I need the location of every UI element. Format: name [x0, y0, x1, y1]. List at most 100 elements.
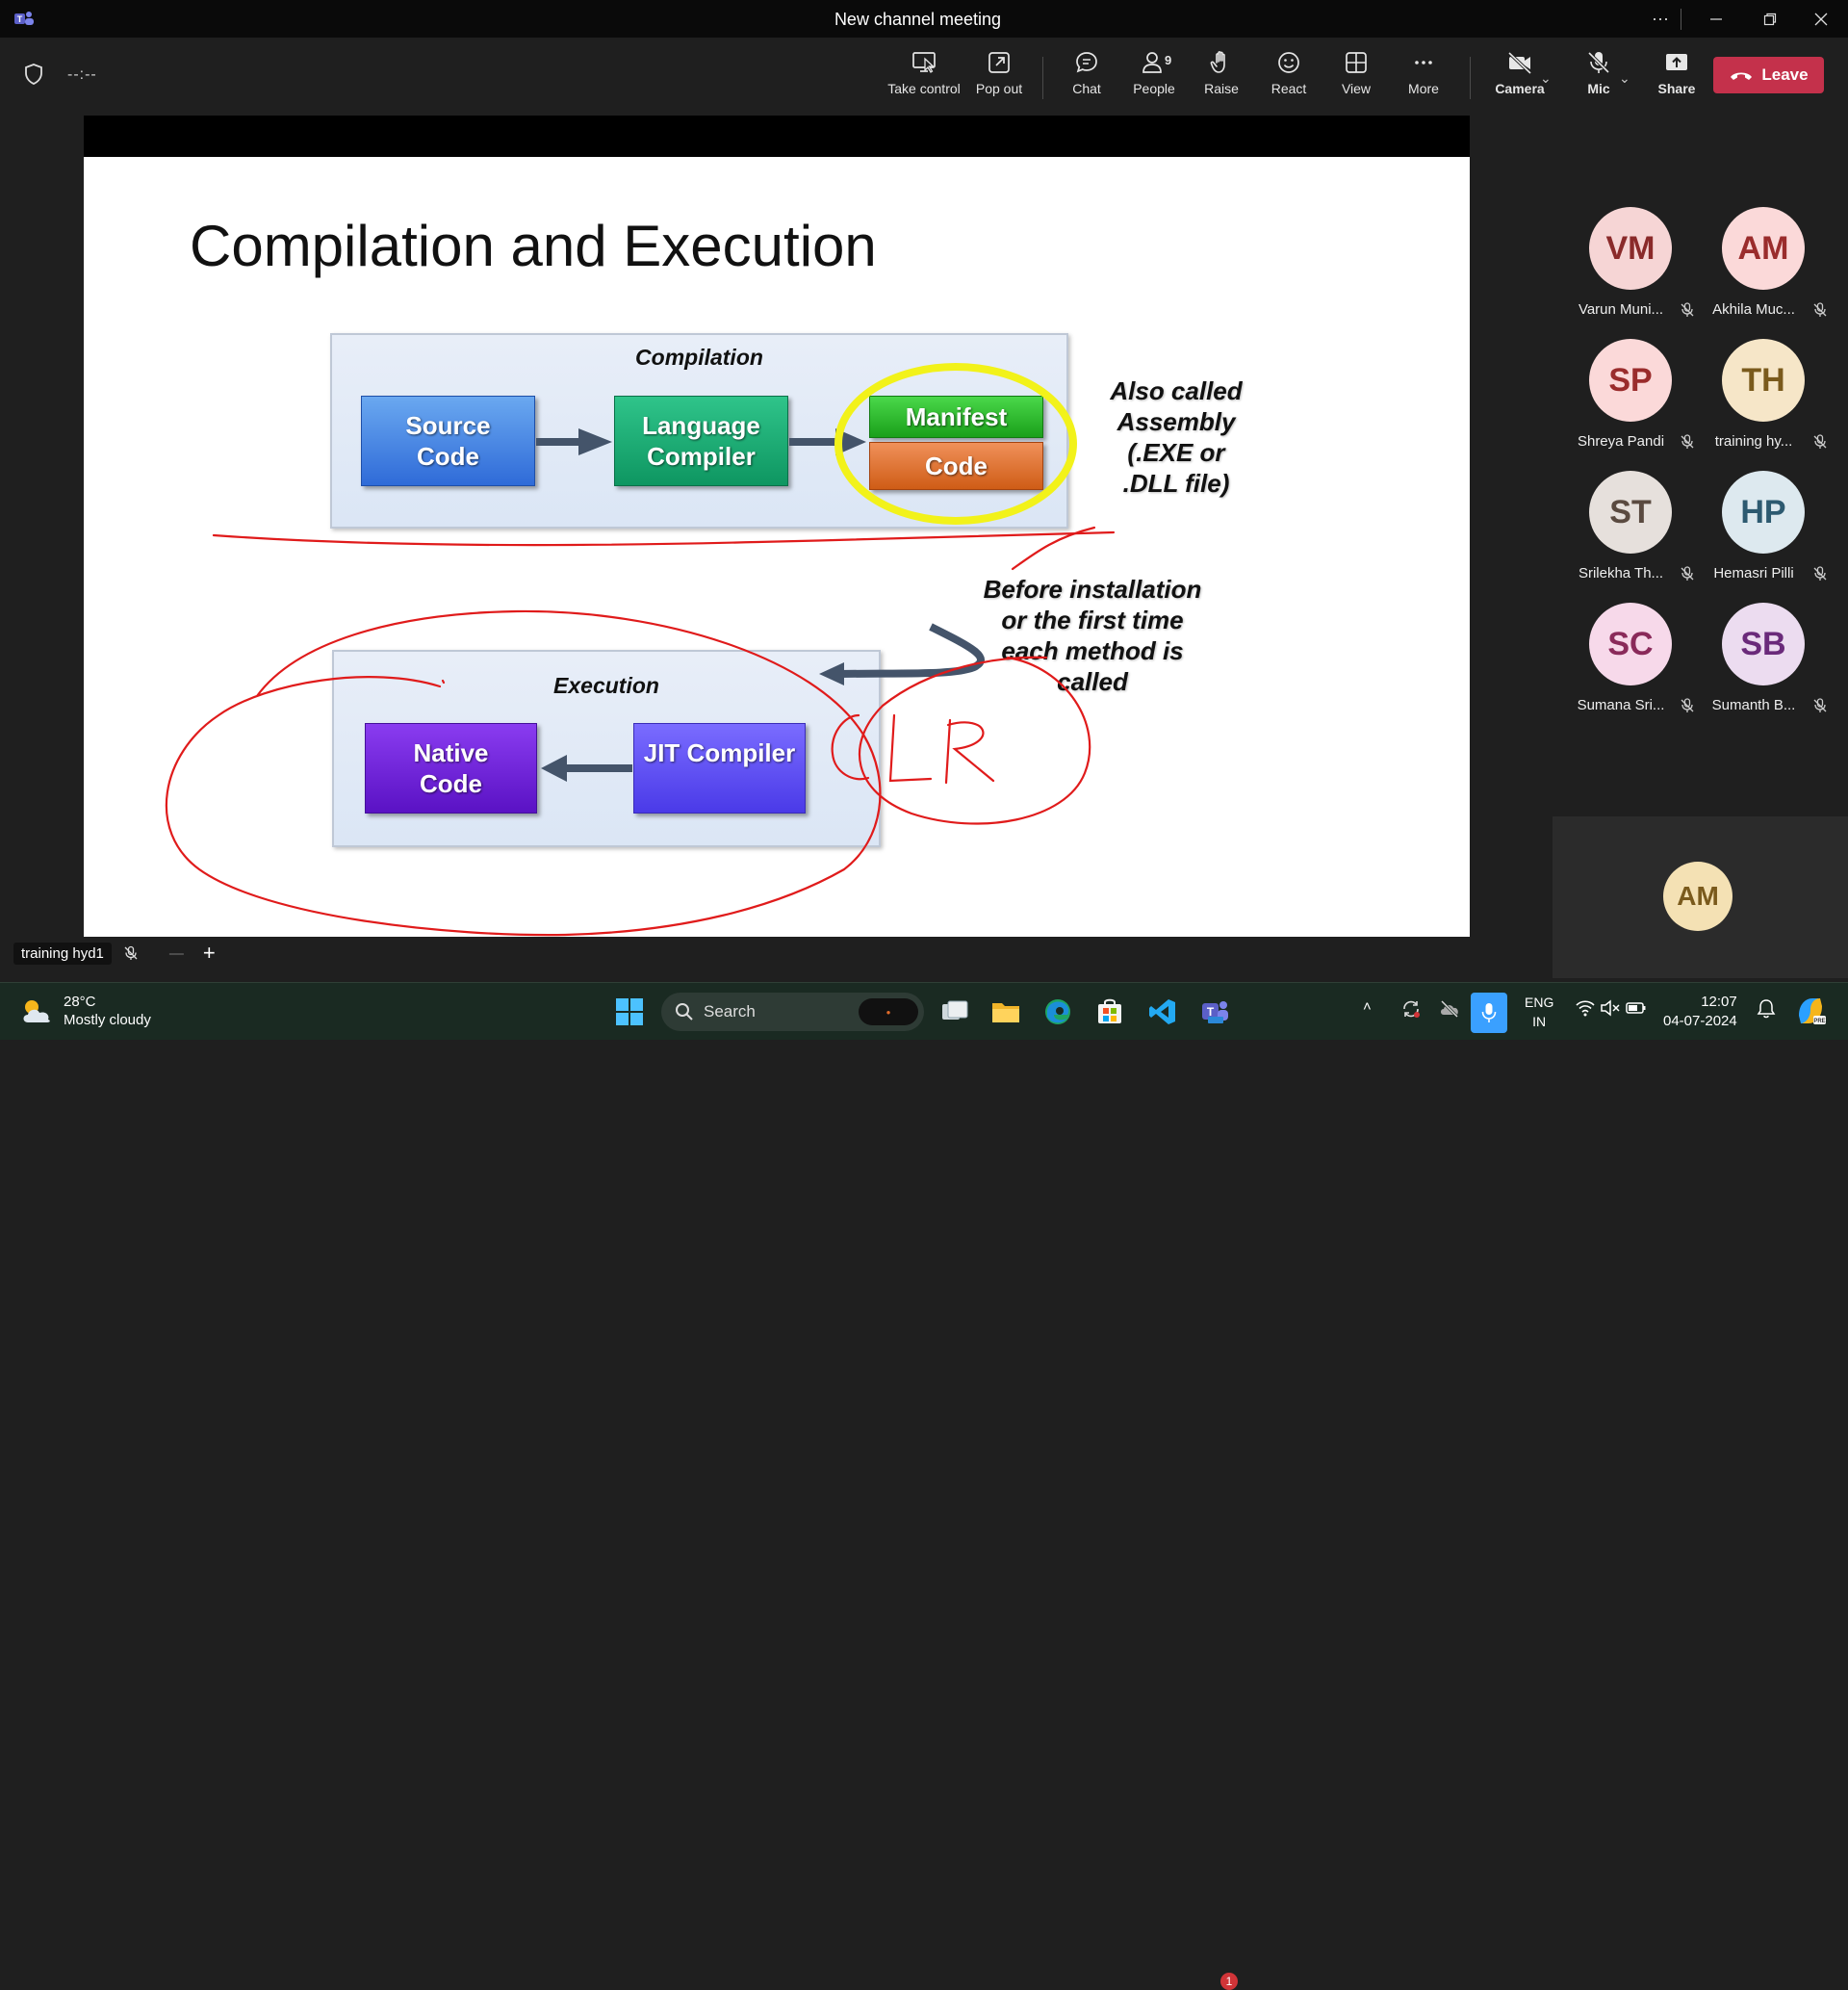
- close-button[interactable]: [1794, 0, 1848, 38]
- slide-title: Compilation and Execution: [190, 214, 877, 278]
- task-view-icon: [942, 1000, 968, 1020]
- copilot-icon[interactable]: PRE: [1794, 995, 1827, 1027]
- mic-off-icon: [1681, 566, 1694, 581]
- cloud-sun-icon: [23, 1000, 50, 1022]
- ink-letter-l: [888, 713, 933, 783]
- react-label: React: [1270, 81, 1307, 96]
- notification-bell-icon[interactable]: [1757, 998, 1776, 1020]
- camera-options-chevron-icon[interactable]: ⌄: [1540, 70, 1552, 87]
- participant-name: Akhila Muc...: [1712, 301, 1795, 318]
- ellipsis-icon: ···: [1652, 9, 1669, 28]
- ink-letter-r: [944, 718, 995, 785]
- compilation-title: Compilation: [635, 345, 763, 370]
- search-icon: [676, 1003, 693, 1021]
- vscode-button[interactable]: [1145, 995, 1180, 1029]
- svg-text:PRE: PRE: [1813, 1019, 1825, 1024]
- mic-off-icon: [124, 945, 138, 960]
- more-icon: [1415, 61, 1432, 65]
- participant-tile[interactable]: ST Srilekha Th...: [1565, 471, 1696, 596]
- weather-widget[interactable]: 28°C Mostly cloudy: [19, 993, 151, 1029]
- file-explorer-button[interactable]: [988, 995, 1023, 1029]
- smiley-icon: [1278, 52, 1299, 73]
- native-code-box: Native Code: [365, 723, 537, 814]
- store-icon: [1098, 998, 1121, 1023]
- participant-tile[interactable]: SP Shreya Pandi: [1565, 339, 1696, 464]
- participant-tile[interactable]: HP Hemasri Pilli: [1698, 471, 1829, 596]
- sync-icon[interactable]: [1400, 998, 1422, 1020]
- avatar: AM: [1722, 207, 1805, 290]
- raise-label: Raise: [1204, 81, 1239, 96]
- view-label: View: [1341, 81, 1372, 96]
- zoom-in-button[interactable]: +: [203, 941, 216, 966]
- avatar: SC: [1589, 603, 1672, 685]
- raise-hand-button[interactable]: Raise: [1187, 49, 1256, 103]
- shield-icon[interactable]: [23, 63, 44, 86]
- take-control-button[interactable]: Take control: [887, 49, 961, 103]
- edge-browser-button[interactable]: [1040, 995, 1075, 1029]
- mic-options-chevron-icon[interactable]: ⌄: [1619, 70, 1630, 87]
- task-view-button[interactable]: [937, 995, 972, 1029]
- jit-compiler-box: JIT Compiler: [633, 723, 806, 814]
- teams-taskbar-button[interactable]: T: [1197, 995, 1232, 1029]
- system-clock[interactable]: 12:07 04-07-2024: [1663, 993, 1737, 1031]
- react-button[interactable]: React: [1254, 49, 1323, 103]
- show-hidden-icons-chevron-icon[interactable]: ˄: [1363, 998, 1372, 1015]
- more-button[interactable]: More: [1389, 49, 1458, 103]
- chat-button[interactable]: Chat: [1052, 49, 1121, 103]
- vscode-icon: [1149, 999, 1175, 1024]
- avatar: ST: [1589, 471, 1672, 554]
- share-screen-icon: [1666, 54, 1687, 70]
- start-button[interactable]: [612, 995, 647, 1029]
- participant-name: Hemasri Pilli: [1713, 565, 1794, 581]
- zoom-out-button[interactable]: —: [169, 945, 184, 962]
- minimize-button[interactable]: [1689, 0, 1743, 38]
- teams-notification-badge: 1: [1220, 1973, 1238, 1990]
- cloud-off-icon[interactable]: [1438, 998, 1461, 1020]
- participant-tile[interactable]: VM Varun Muni...: [1565, 207, 1696, 332]
- manifest-box: Manifest: [869, 396, 1043, 438]
- pop-out-button[interactable]: Pop out: [964, 49, 1034, 103]
- share-button[interactable]: Share: [1642, 49, 1711, 103]
- search-highlight-icon: ●: [859, 998, 918, 1025]
- mic-off-icon: [1681, 434, 1694, 449]
- battery-icon[interactable]: [1625, 998, 1648, 1018]
- wifi-icon[interactable]: [1575, 998, 1596, 1018]
- participant-tile[interactable]: SB Sumanth B...: [1698, 603, 1829, 728]
- title-bar: T New channel meeting ···: [0, 0, 1848, 38]
- mic-label: Mic: [1587, 81, 1610, 96]
- more-label: More: [1408, 81, 1439, 96]
- people-count: 9: [1165, 53, 1172, 67]
- more-options-button[interactable]: ···: [1633, 0, 1687, 38]
- mic-off-icon: [1587, 51, 1610, 74]
- leave-button[interactable]: Leave: [1713, 57, 1824, 93]
- restore-button[interactable]: [1743, 0, 1797, 38]
- taskbar-search[interactable]: Search ●: [661, 993, 924, 1031]
- participant-tile[interactable]: TH training hy...: [1698, 339, 1829, 464]
- view-button[interactable]: View: [1322, 49, 1391, 103]
- microphone-icon: [1481, 1003, 1497, 1022]
- take-control-label: Take control: [887, 81, 961, 96]
- avatar: SP: [1589, 339, 1672, 422]
- weather-condition: Mostly cloudy: [64, 1012, 151, 1028]
- mic-off-icon: [1813, 566, 1827, 581]
- people-label: People: [1133, 81, 1175, 96]
- participant-name: Sumanth B...: [1711, 697, 1796, 713]
- participant-tile[interactable]: SC Sumana Sri...: [1565, 603, 1696, 728]
- microphone-in-use-button[interactable]: [1471, 993, 1507, 1033]
- presentation-slide: Compilation and Execution Compilation So…: [84, 157, 1470, 937]
- participant-name: training hy...: [1714, 433, 1793, 450]
- participant-tile[interactable]: AM Akhila Muc...: [1698, 207, 1829, 332]
- before-installation-note: Before installation or the first time ea…: [983, 575, 1202, 696]
- people-button[interactable]: 9 People: [1119, 49, 1189, 103]
- microsoft-store-button[interactable]: [1092, 995, 1127, 1029]
- teams-icon: T: [1202, 1001, 1228, 1023]
- avatar: HP: [1722, 471, 1805, 554]
- close-icon: [1814, 13, 1828, 25]
- volume-muted-icon[interactable]: [1600, 998, 1621, 1018]
- camera-off-icon: [1507, 51, 1532, 75]
- mic-off-icon: [1813, 434, 1827, 449]
- input-language-button[interactable]: ENG IN: [1525, 993, 1553, 1031]
- language-compiler-box: Language Compiler: [614, 396, 788, 486]
- windows-logo-icon: [616, 998, 643, 1025]
- self-view-tile[interactable]: AM: [1553, 816, 1848, 978]
